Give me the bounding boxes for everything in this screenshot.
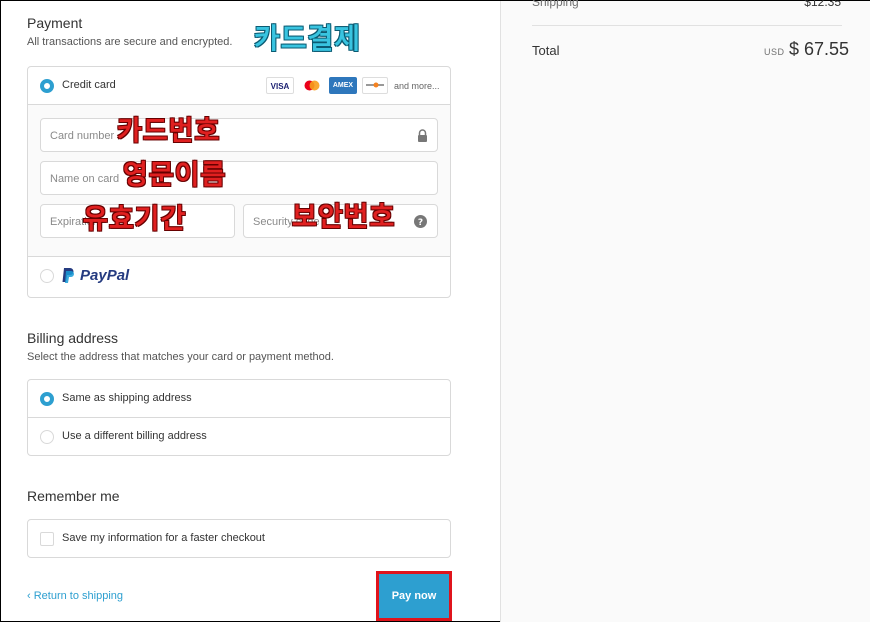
amex-logo-icon: AMEX xyxy=(329,77,357,94)
overlay-english-name: 영문이름 xyxy=(123,160,227,191)
card-number-field[interactable]: Card number xyxy=(40,118,438,152)
save-info-label: Save my information for a faster checkou… xyxy=(62,532,265,544)
visa-logo-icon: VISA xyxy=(266,77,294,94)
and-more-label: and more... xyxy=(394,81,440,91)
name-on-card-placeholder: Name on card xyxy=(50,173,120,185)
total-currency: USD xyxy=(764,47,785,57)
total-label: Total xyxy=(532,43,560,58)
remember-title: Remember me xyxy=(27,488,120,504)
credit-card-radio[interactable] xyxy=(40,79,54,93)
same-as-shipping-option[interactable]: Same as shipping address xyxy=(28,380,450,418)
mastercard-logo-icon xyxy=(300,77,324,94)
overlay-card-number: 카드번호 xyxy=(117,116,221,147)
paypal-label: PayPal xyxy=(80,267,130,284)
paypal-option[interactable]: PayPal xyxy=(28,257,450,297)
overlay-security: 보안번호 xyxy=(292,202,396,233)
credit-card-label: Credit card xyxy=(62,79,116,91)
same-as-shipping-radio[interactable] xyxy=(40,392,54,406)
overlay-expiry: 유효기간 xyxy=(83,204,187,235)
different-billing-radio[interactable] xyxy=(40,430,54,444)
shipping-value: $12.35 xyxy=(804,0,841,9)
billing-options-box: Same as shipping address Use a different… xyxy=(27,379,451,456)
shipping-label: Shipping xyxy=(532,0,579,9)
help-icon[interactable]: ? xyxy=(414,215,427,233)
paypal-radio[interactable] xyxy=(40,269,54,283)
credit-card-option[interactable]: Credit card VISA AMEX and more... xyxy=(28,67,450,105)
different-billing-label: Use a different billing address xyxy=(62,430,207,442)
payment-subtitle: All transactions are secure and encrypte… xyxy=(27,36,233,48)
card-number-placeholder: Card number xyxy=(50,130,115,142)
return-to-shipping-link[interactable]: ‹ Return to shipping xyxy=(27,590,123,602)
name-on-card-field[interactable]: Name on card xyxy=(40,161,438,195)
paypal-logo-icon xyxy=(61,267,75,289)
return-to-shipping-label: Return to shipping xyxy=(33,590,124,602)
save-info-option[interactable]: Save my information for a faster checkou… xyxy=(28,520,450,558)
order-summary-panel: Shipping $12.35 Total USD $ 67.55 xyxy=(500,0,870,622)
chevron-left-icon: ‹ xyxy=(27,590,31,602)
svg-text:?: ? xyxy=(418,218,423,228)
total-value: $ 67.55 xyxy=(789,39,850,59)
different-billing-option[interactable]: Use a different billing address xyxy=(28,418,450,456)
discover-logo-icon xyxy=(362,77,388,94)
remember-box: Save my information for a faster checkou… xyxy=(27,519,451,558)
save-info-checkbox[interactable] xyxy=(40,532,54,546)
overlay-card-payment: 카드결제 xyxy=(254,22,362,55)
payment-title: Payment xyxy=(27,15,83,31)
pay-now-button[interactable]: Pay now xyxy=(376,571,452,621)
summary-divider xyxy=(532,25,842,26)
payment-method-box: Credit card VISA AMEX and more... Card n… xyxy=(27,66,451,298)
lock-icon xyxy=(417,129,428,147)
billing-title: Billing address xyxy=(27,330,119,346)
billing-subtitle: Select the address that matches your car… xyxy=(27,351,334,363)
same-as-shipping-label: Same as shipping address xyxy=(62,392,192,404)
